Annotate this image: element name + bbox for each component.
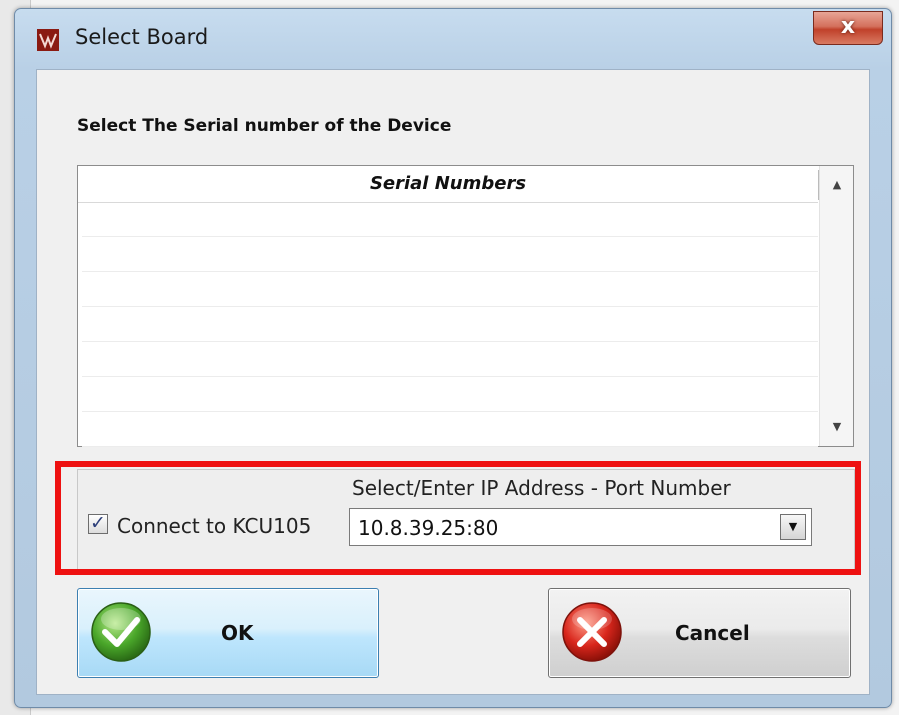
serial-prompt-label: Select The Serial number of the Device bbox=[77, 116, 452, 136]
window-title: Select Board bbox=[75, 25, 209, 49]
close-icon: x bbox=[840, 14, 856, 39]
app-icon bbox=[37, 29, 59, 51]
ip-address-value[interactable]: 10.8.39.25:80 bbox=[358, 516, 498, 540]
column-header-label: Serial Numbers bbox=[369, 173, 527, 194]
check-icon bbox=[91, 602, 151, 662]
serial-numbers-column-header[interactable]: Serial Numbers bbox=[78, 166, 818, 203]
title-bar[interactable]: Select Board x bbox=[15, 9, 891, 67]
arrow-up-icon: ▲ bbox=[832, 178, 842, 191]
scroll-up-button[interactable]: ▲ bbox=[820, 170, 854, 200]
arrow-down-icon: ▼ bbox=[832, 420, 842, 433]
error-x-icon bbox=[562, 602, 622, 662]
list-item[interactable] bbox=[82, 202, 818, 237]
ip-address-label: Select/Enter IP Address - Port Number bbox=[352, 476, 731, 500]
list-item[interactable] bbox=[82, 237, 818, 272]
list-item[interactable] bbox=[82, 342, 818, 377]
list-item[interactable] bbox=[82, 307, 818, 342]
scroll-down-button[interactable]: ▼ bbox=[820, 412, 854, 442]
cancel-button[interactable]: Cancel bbox=[548, 588, 851, 678]
list-item[interactable] bbox=[82, 377, 818, 412]
dropdown-button[interactable]: ▼ bbox=[780, 514, 806, 540]
checkmark-icon: ✓ bbox=[90, 512, 106, 534]
list-rows bbox=[82, 202, 818, 447]
serial-numbers-list[interactable]: Serial Numbers ▲ ▼ bbox=[77, 165, 854, 447]
chevron-down-icon: ▼ bbox=[788, 520, 798, 533]
connect-kcu105-checkbox[interactable]: ✓ bbox=[88, 512, 108, 534]
ok-button-label: OK bbox=[221, 621, 254, 645]
connect-kcu105-label[interactable]: Connect to KCU105 bbox=[117, 514, 311, 538]
cancel-button-label: Cancel bbox=[675, 621, 750, 645]
list-item[interactable] bbox=[82, 412, 818, 447]
close-button[interactable]: x bbox=[813, 11, 883, 45]
ip-address-combobox[interactable]: 10.8.39.25:80 ▼ bbox=[349, 508, 812, 546]
ok-button[interactable]: OK bbox=[77, 588, 379, 678]
vertical-scrollbar[interactable]: ▲ ▼ bbox=[819, 166, 853, 446]
list-item[interactable] bbox=[82, 272, 818, 307]
